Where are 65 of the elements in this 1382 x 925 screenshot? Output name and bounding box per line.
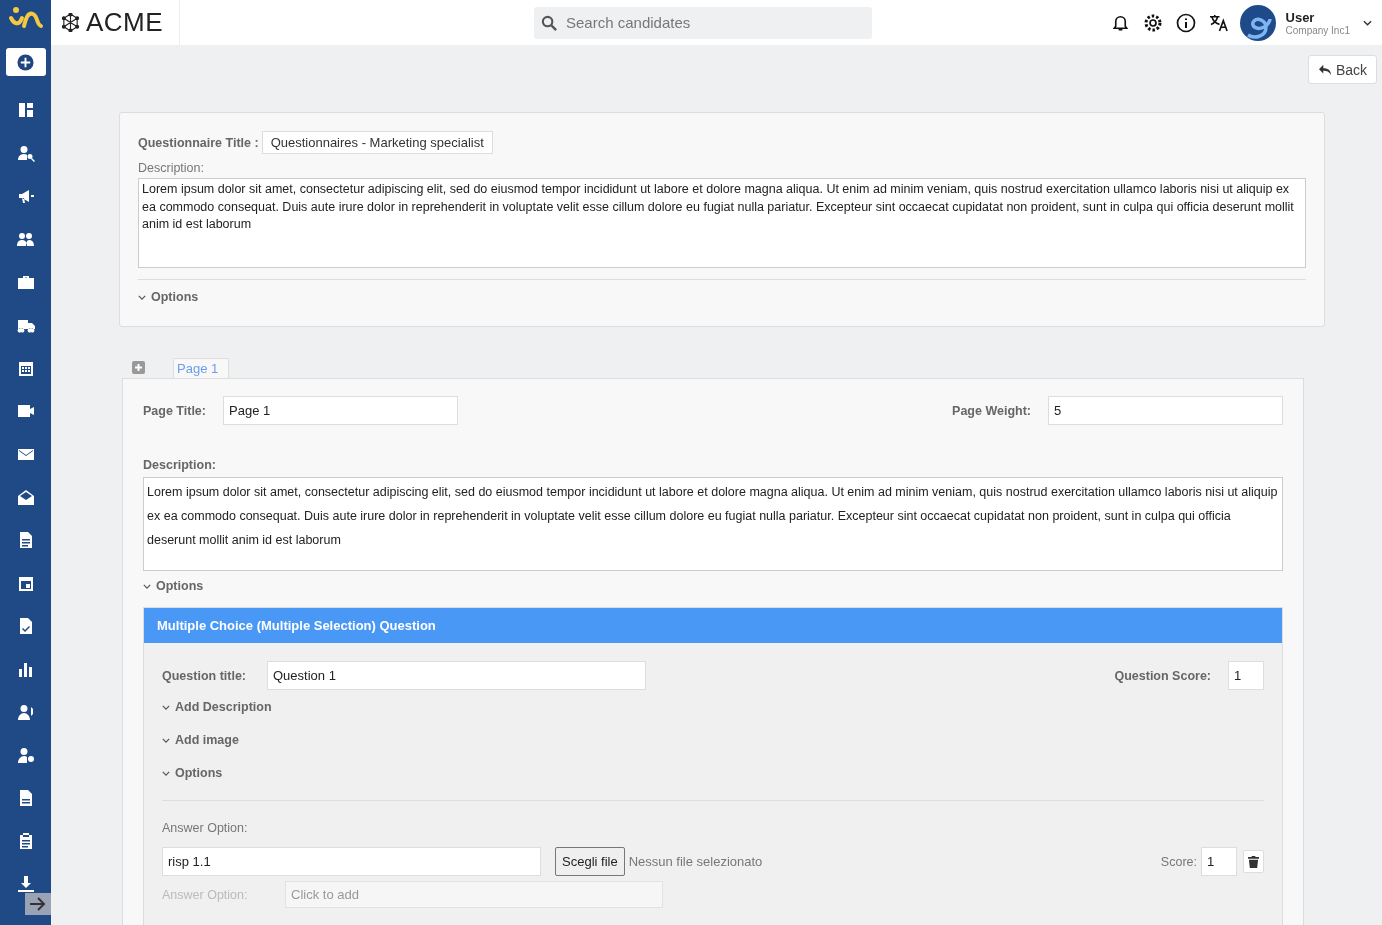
answer-score-field[interactable]: 1 [1201, 847, 1237, 876]
page-weight-field[interactable]: 5 [1048, 396, 1283, 425]
field-label: Answer Option: [162, 821, 249, 835]
chevron-down-icon [162, 704, 170, 710]
field-label: Page Title: [143, 403, 207, 418]
section-toggle[interactable]: Options [162, 766, 223, 780]
chevron-down-icon [143, 583, 151, 589]
field-label: Page Weight: [952, 403, 1031, 418]
chevron-down-icon [162, 737, 170, 743]
choose-file-button[interactable]: Scegli file [555, 847, 625, 876]
trash-icon [1248, 855, 1259, 868]
options-toggle[interactable]: Options [143, 579, 204, 593]
bell-icon[interactable] [1110, 13, 1130, 32]
page-title-field[interactable]: Page 1 [223, 396, 458, 425]
add-button[interactable] [5, 48, 46, 76]
calendar-day-icon[interactable] [16, 574, 35, 592]
briefcase-icon[interactable] [16, 273, 35, 291]
chevron-down-icon [162, 770, 170, 776]
question-score-field[interactable]: 1 [1228, 661, 1264, 690]
file-status: Nessun file selezionato [628, 854, 763, 869]
avatar-icon[interactable] [1239, 4, 1276, 41]
search-field[interactable]: Search candidates [534, 6, 872, 39]
field-label: Description: [143, 458, 217, 472]
info-icon[interactable] [1175, 12, 1196, 33]
field-label: Questionnaire Title : [138, 135, 259, 150]
users-icon[interactable] [16, 703, 35, 721]
delete-button[interactable] [1243, 850, 1264, 873]
network-logo-icon [61, 13, 80, 32]
megaphone-icon[interactable] [16, 187, 35, 205]
user-search-icon[interactable] [16, 144, 35, 162]
description-field[interactable]: Lorem ipsum dolor sit amet, consectetur adipiscing elit, sed do eiusmod tempor incididunt ut labore et dolore magna aliqua. Ut enim ad minim veniam, quis nostrud exercitation ullamco laboris nisi ut aliquip ex ea commodo consequat. Duis aute irure dolor in reprehenderit in voluptate velit esse cillum dolore eu fugiat nulla pariatur. Excepteur sint occaecat cupidatat non proident, sunt in culpa qui officia deserunt mollit anim id est laborum [138, 178, 1306, 268]
question-header: Multiple Choice (Multiple Selection) Question [144, 608, 1282, 643]
settings-icon[interactable] [1142, 12, 1163, 33]
arrow-right-icon[interactable] [25, 893, 51, 915]
chevron-down-icon[interactable] [1363, 19, 1372, 26]
brand-name: ACME [86, 7, 164, 38]
description-field[interactable]: Lorem ipsum dolor sit amet, consectetur adipiscing elit, sed do eiusmod tempor incididunt ut labore et dolore magna aliqua. Ut enim ad minim veniam, quis nostrud exercitation ullamco laboris nisi ut aliquip ex ea commodo consequat. Duis aute irure dolor in reprehenderit in voluptate velit esse cillum dolore eu fugiat nulla pariatur. Excepteur sint occaecat cupidatat non proident, sunt in culpa qui officia deserunt mollit anim id est laborum [143, 477, 1283, 571]
bar-chart-icon[interactable] [16, 660, 35, 678]
users-icon[interactable] [16, 230, 35, 248]
download-icon[interactable] [16, 875, 35, 893]
reply-arrow-icon [1317, 63, 1332, 76]
video-contact-icon[interactable] [16, 402, 35, 420]
answer-field[interactable]: risp 1.1 [162, 847, 541, 876]
section-toggle[interactable]: Add Description [162, 700, 272, 714]
title-field[interactable]: Questionnaires - Marketing specialist [261, 131, 493, 154]
chevron-down-icon [138, 294, 146, 300]
user-settings-icon[interactable] [16, 746, 35, 764]
dashboard-icon[interactable] [16, 101, 35, 119]
company-name: Company Inc1 [1285, 24, 1350, 36]
section-toggle[interactable]: Add image [162, 733, 239, 747]
plus-circle-icon [17, 53, 34, 71]
field-label: Description: [138, 161, 205, 175]
open-mail-icon[interactable] [16, 488, 35, 506]
user-name: User [1285, 9, 1316, 25]
calendar-icon[interactable] [16, 359, 35, 377]
translate-icon[interactable] [1208, 13, 1230, 32]
question-title-field[interactable]: Question 1 [267, 661, 646, 690]
field-label: Score: [1160, 854, 1197, 869]
options-toggle[interactable]: Options [138, 290, 199, 304]
field-label: Question title: [162, 668, 248, 683]
back-button[interactable]: Back [1307, 55, 1377, 84]
add-page-icon[interactable] [132, 361, 145, 374]
field-label: Question Score: [1114, 668, 1211, 683]
new-answer-field[interactable]: Click to add [285, 881, 663, 908]
search-icon [541, 14, 558, 32]
